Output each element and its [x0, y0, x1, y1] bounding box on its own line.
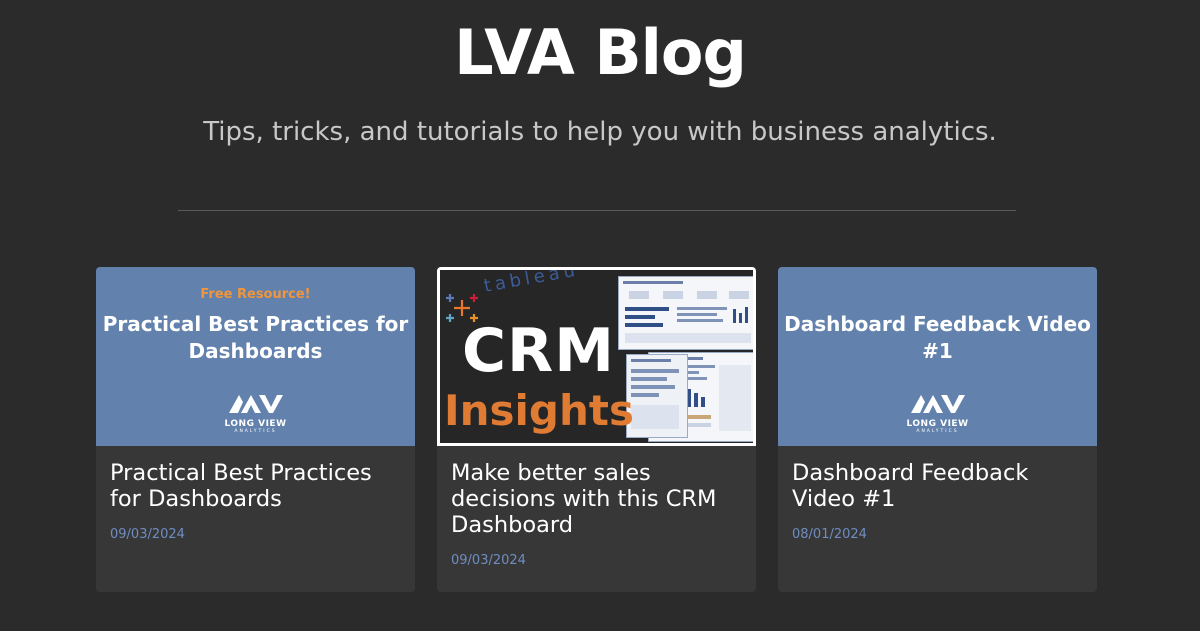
card-thumbnail[interactable]: Dashboard Feedback Video #1 LONG VIEW AN…: [778, 267, 1097, 446]
dashboard-preview: [626, 354, 688, 438]
lva-logo-icon: [228, 395, 283, 413]
logo-text: LONG VIEW: [224, 419, 287, 429]
blog-card-crm-dashboard[interactable]: tableau CRM Insights Make better sales d…: [437, 267, 756, 592]
tableau-wordmark: tableau: [482, 270, 581, 297]
thumb-headline: Practical Best Practices for Dashboards: [102, 312, 409, 363]
card-title[interactable]: Dashboard Feedback Video #1: [792, 460, 1087, 512]
card-date: 08/01/2024: [792, 527, 867, 542]
page-subtitle: Tips, tricks, and tutorials to help you …: [203, 117, 997, 147]
lva-logo-icon: [910, 395, 965, 413]
blog-card-dashboard-feedback[interactable]: Dashboard Feedback Video #1 LONG VIEW AN…: [778, 267, 1097, 592]
card-date: 09/03/2024: [451, 553, 526, 568]
card-thumbnail[interactable]: Free Resource! Practical Best Practices …: [96, 267, 415, 446]
lva-logo: LONG VIEW ANALYTICS: [96, 391, 415, 435]
thumb-headline: Dashboard Feedback Video #1: [784, 312, 1091, 363]
card-title[interactable]: Make better sales decisions with this CR…: [451, 460, 746, 538]
insights-headline: Insights: [444, 386, 634, 435]
logo-subtext: ANALYTICS: [234, 429, 277, 434]
page-title: LVA Blog: [454, 16, 747, 89]
lva-logo: LONG VIEW ANALYTICS: [778, 391, 1097, 435]
dashboard-preview: [618, 276, 753, 350]
divider: [178, 210, 1016, 211]
logo-subtext: ANALYTICS: [916, 429, 959, 434]
card-thumbnail[interactable]: tableau CRM Insights: [437, 267, 756, 446]
card-title[interactable]: Practical Best Practices for Dashboards: [110, 460, 405, 512]
thumb-kicker: Free Resource!: [200, 287, 311, 302]
logo-text: LONG VIEW: [906, 419, 969, 429]
card-date: 09/03/2024: [110, 527, 185, 542]
crm-headline: CRM: [462, 316, 615, 386]
blog-card-practical-best-practices[interactable]: Free Resource! Practical Best Practices …: [96, 267, 415, 592]
crm-thumbnail-art: tableau CRM Insights: [440, 270, 753, 443]
